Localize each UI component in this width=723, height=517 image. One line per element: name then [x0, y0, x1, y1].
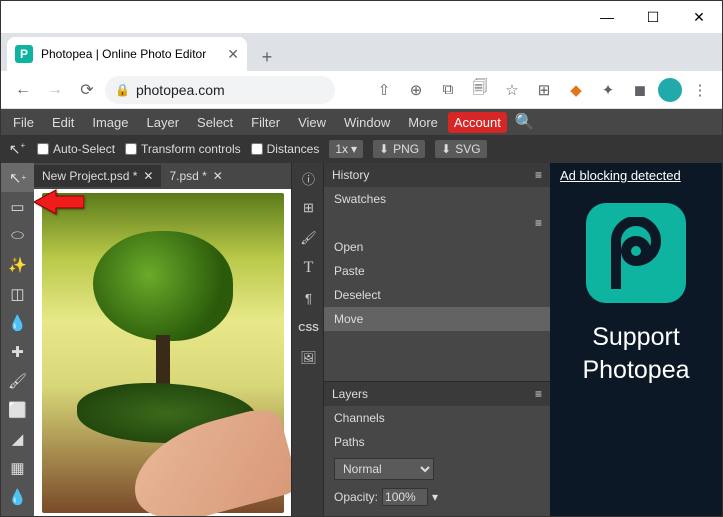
- account-button[interactable]: Account: [448, 112, 507, 133]
- window-minimize-button[interactable]: —: [584, 1, 630, 33]
- new-tab-button[interactable]: +: [253, 43, 281, 71]
- export-png-button[interactable]: ⬇ PNG: [373, 140, 425, 158]
- photopea-logo-icon: [586, 203, 686, 303]
- options-bar: ↖+ Auto-Select Transform controls Distan…: [1, 135, 722, 163]
- panel-icon-strip: ⓘ ⊞ 🖌 T ¶ CSS 🖼: [291, 163, 324, 516]
- magic-wand-tool[interactable]: ✨: [1, 250, 34, 279]
- menu-edit[interactable]: Edit: [44, 112, 82, 133]
- zoom-select[interactable]: 1x ▾: [329, 140, 363, 158]
- extension-square-icon[interactable]: ◼: [626, 76, 654, 104]
- brush-panel-icon[interactable]: 🖌: [292, 223, 325, 253]
- window-titlebar: — ☐ ✕: [1, 1, 722, 33]
- lock-icon: 🔒: [115, 83, 130, 97]
- brush-tool[interactable]: 🖌: [1, 366, 34, 395]
- transform-controls-checkbox[interactable]: Transform controls: [125, 142, 241, 156]
- document-tab[interactable]: 7.psd *✕: [161, 165, 230, 187]
- crop-tool[interactable]: ◫: [1, 279, 34, 308]
- document-tab[interactable]: New Project.psd *✕: [34, 165, 161, 187]
- back-button[interactable]: ←: [9, 76, 37, 104]
- metamask-icon[interactable]: ◆: [562, 76, 590, 104]
- document-tabs: New Project.psd *✕ 7.psd *✕: [34, 163, 291, 189]
- profile-avatar-icon[interactable]: [658, 78, 682, 102]
- panel-menu-icon[interactable]: ≡: [535, 216, 542, 230]
- blend-mode-select[interactable]: Normal: [334, 458, 434, 480]
- close-icon[interactable]: ✕: [143, 169, 153, 183]
- history-item[interactable]: Move: [324, 307, 550, 331]
- menu-window[interactable]: Window: [336, 112, 398, 133]
- share-icon[interactable]: ⇧: [370, 76, 398, 104]
- lasso-tool[interactable]: ⬭: [1, 221, 34, 250]
- auto-select-checkbox[interactable]: Auto-Select: [37, 142, 115, 156]
- move-tool-icon: ↖+: [7, 141, 27, 158]
- character-panel-icon[interactable]: T: [292, 253, 325, 283]
- annotation-arrow-icon: [34, 188, 84, 216]
- blur-tool[interactable]: 💧: [1, 482, 34, 511]
- info-panel-icon[interactable]: ⓘ: [292, 163, 325, 193]
- swatches-tab[interactable]: Swatches: [324, 187, 550, 211]
- ad-blocking-notice[interactable]: Ad blocking detected: [550, 163, 722, 188]
- favicon-icon: P: [15, 45, 33, 63]
- extensions-puzzle-icon[interactable]: ✦: [594, 76, 622, 104]
- reload-button[interactable]: ⟳: [73, 76, 101, 104]
- panel-menu-icon[interactable]: ≡: [535, 387, 542, 401]
- clone-stamp-tool[interactable]: ⬜: [1, 395, 34, 424]
- rect-select-tool[interactable]: ▭: [1, 192, 34, 221]
- tab-close-icon[interactable]: ✕: [227, 46, 239, 63]
- app-menubar: File Edit Image Layer Select Filter View…: [1, 109, 722, 135]
- panel-menu-icon[interactable]: ≡: [535, 168, 542, 182]
- menu-more[interactable]: More: [400, 112, 446, 133]
- browser-tab[interactable]: P Photopea | Online Photo Editor ✕: [7, 37, 247, 71]
- address-bar[interactable]: 🔒 photopea.com: [105, 76, 335, 104]
- bookmark-icon[interactable]: ☆: [498, 76, 526, 104]
- gradient-tool[interactable]: ▦: [1, 453, 34, 482]
- heal-tool[interactable]: ✚: [1, 337, 34, 366]
- forward-button[interactable]: →: [41, 76, 69, 104]
- eyedropper-tool[interactable]: 💧: [1, 308, 34, 337]
- search-icon[interactable]: 🔍: [509, 112, 541, 132]
- menu-file[interactable]: File: [5, 112, 42, 133]
- left-toolbar: ↖+ ▭ ⬭ ✨ ◫ 💧 ✚ 🖌 ⬜ ◢ ▦ 💧: [1, 163, 34, 516]
- css-panel-icon[interactable]: CSS: [292, 313, 325, 343]
- photopea-app: File Edit Image Layer Select Filter View…: [1, 109, 722, 516]
- close-icon[interactable]: ✕: [213, 169, 223, 183]
- url-text: photopea.com: [136, 82, 225, 98]
- canvas[interactable]: [34, 189, 291, 516]
- opacity-dropdown-icon[interactable]: ▾: [432, 490, 438, 504]
- paths-tab[interactable]: Paths: [324, 430, 550, 454]
- history-item[interactable]: Paste: [324, 259, 550, 283]
- ad-sidebar: Ad blocking detected SupportPhotopea: [550, 163, 722, 516]
- window-close-button[interactable]: ✕: [676, 1, 722, 33]
- chrome-menu-icon[interactable]: ⋮: [686, 76, 714, 104]
- move-tool[interactable]: ↖+: [1, 163, 34, 192]
- canvas-image: [42, 193, 284, 513]
- distances-checkbox[interactable]: Distances: [251, 142, 320, 156]
- tab-title: Photopea | Online Photo Editor: [41, 47, 206, 61]
- swatches-panel-icon[interactable]: ⊞: [292, 193, 325, 223]
- window-maximize-button[interactable]: ☐: [630, 1, 676, 33]
- menu-layer[interactable]: Layer: [139, 112, 188, 133]
- eraser-tool[interactable]: ◢: [1, 424, 34, 453]
- opacity-input[interactable]: [382, 488, 428, 506]
- menu-filter[interactable]: Filter: [243, 112, 288, 133]
- reader-icon[interactable]: 🗐: [466, 76, 494, 104]
- menu-image[interactable]: Image: [84, 112, 136, 133]
- browser-tabstrip: P Photopea | Online Photo Editor ✕ +: [1, 33, 722, 71]
- menu-select[interactable]: Select: [189, 112, 241, 133]
- browser-toolbar: ← → ⟳ 🔒 photopea.com ⇧ ⊕ ⧉ 🗐 ☆ ⊞ ◆ ✦ ◼ ⋮: [1, 71, 722, 109]
- history-item[interactable]: Deselect: [324, 283, 550, 307]
- install-icon[interactable]: ⊕: [402, 76, 430, 104]
- opacity-label: Opacity:: [334, 490, 378, 504]
- support-text: SupportPhotopea: [582, 321, 689, 386]
- export-svg-button[interactable]: ⬇ SVG: [435, 140, 486, 158]
- picture-panel-icon[interactable]: 🖼: [292, 343, 325, 373]
- channels-tab[interactable]: Channels: [324, 406, 550, 430]
- extension-icon[interactable]: ⊞: [530, 76, 558, 104]
- history-item[interactable]: Open: [324, 235, 550, 259]
- paragraph-panel-icon[interactable]: ¶: [292, 283, 325, 313]
- menu-view[interactable]: View: [290, 112, 334, 133]
- copy-icon[interactable]: ⧉: [434, 76, 462, 104]
- history-panel-header[interactable]: History≡: [324, 163, 550, 187]
- layers-panel-header[interactable]: Layers≡: [324, 382, 550, 406]
- right-panel: History≡ Swatches ≡ Open Paste Deselect …: [324, 163, 550, 516]
